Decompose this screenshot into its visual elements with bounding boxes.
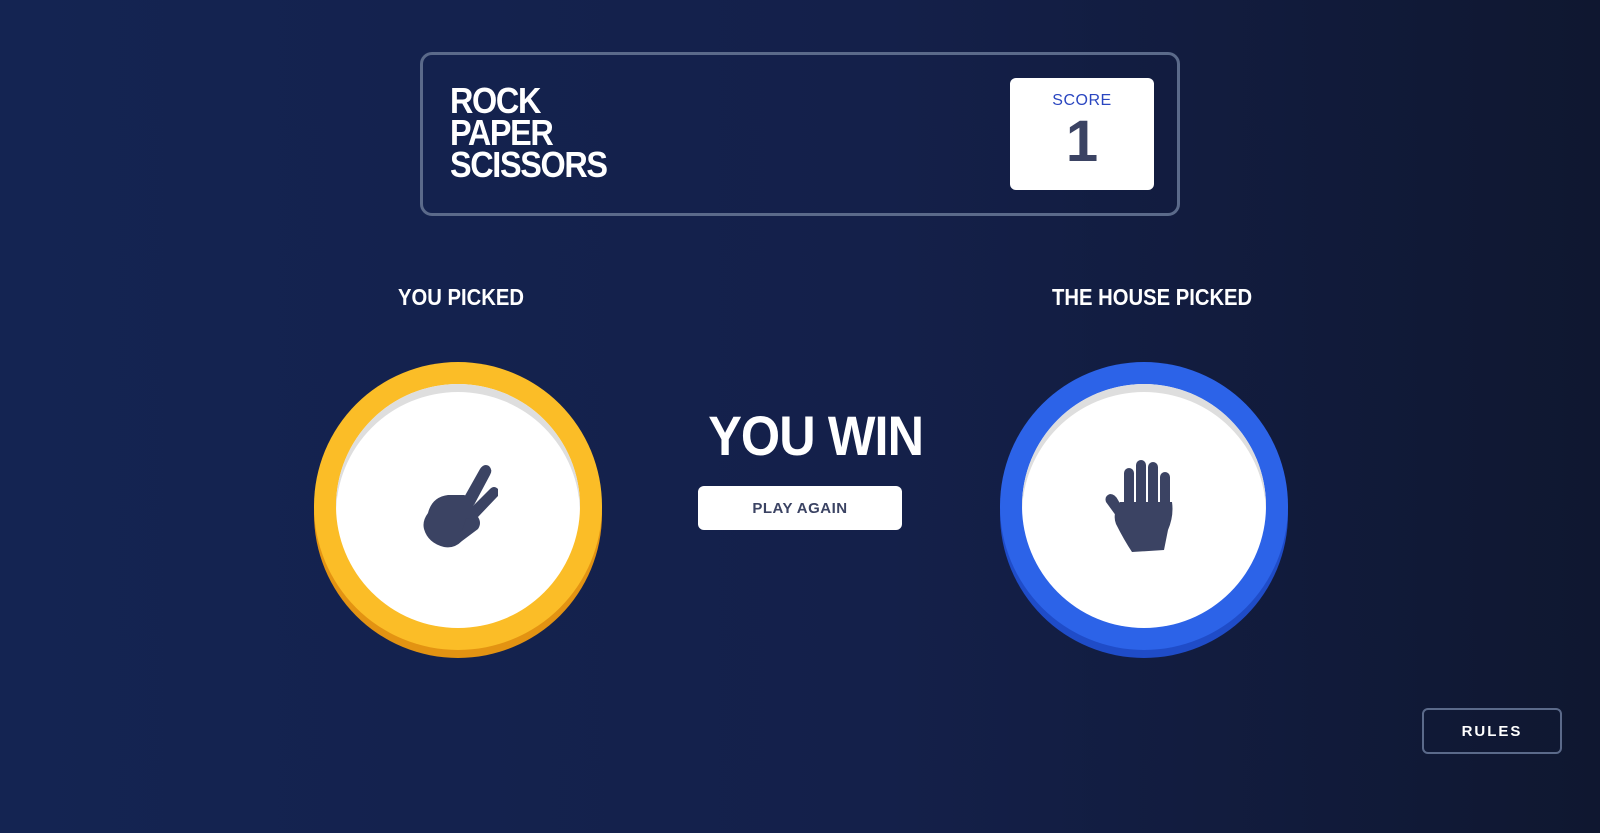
rules-button[interactable]: RULES: [1422, 708, 1562, 754]
result-panel: YOU WIN PLAY AGAIN: [698, 404, 924, 530]
house-choice-token: [1000, 362, 1288, 658]
game-title: ROCK PAPER SCISSORS: [450, 83, 608, 185]
play-again-button[interactable]: PLAY AGAIN: [698, 486, 902, 530]
paper-hand-icon: [1105, 460, 1173, 552]
you-picked-label: YOU PICKED: [398, 284, 524, 310]
house-token-face: [1022, 384, 1266, 628]
score-label: SCORE: [1052, 92, 1112, 109]
header-panel: ROCK PAPER SCISSORS SCORE 1: [420, 52, 1180, 216]
you-choice-token: [314, 362, 602, 658]
score-box: SCORE 1: [1010, 78, 1154, 190]
score-value: 1: [1065, 109, 1099, 174]
title-line-scissors: SCISSORS: [450, 144, 608, 185]
result-text: YOU WIN: [708, 404, 924, 467]
house-picked-label: THE HOUSE PICKED: [1052, 284, 1253, 310]
you-token-face: [336, 384, 580, 628]
scissors-hand-icon: [423, 465, 498, 548]
